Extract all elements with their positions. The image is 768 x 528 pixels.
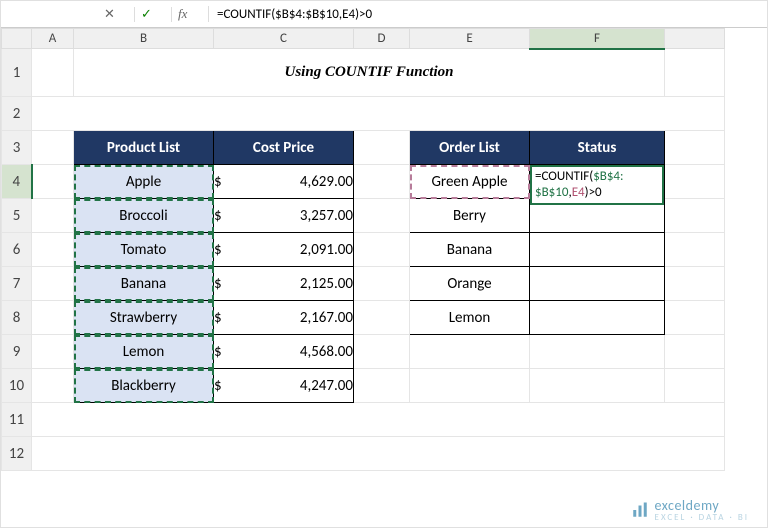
product-cell[interactable]: Strawberry (74, 301, 214, 335)
price-cell[interactable]: $2,091.00 (214, 233, 354, 267)
status-cell[interactable] (530, 233, 665, 267)
price-cell[interactable]: $4,629.00 (214, 165, 354, 199)
product-cell[interactable]: Tomato (74, 233, 214, 267)
hdr-price: Cost Price (214, 131, 354, 165)
product-cell[interactable]: Broccoli (74, 199, 214, 233)
hdr-order: Order List (410, 131, 530, 165)
confirm-icon[interactable]: ✓ (135, 7, 172, 22)
spreadsheet-grid[interactable]: A B C D E F 1 Using COUNTIF Function 2 3… (1, 28, 725, 471)
cancel-icon[interactable]: ✕ (98, 7, 135, 22)
price-value: 4,629.00 (300, 173, 353, 191)
watermark-sub: EXCEL · DATA · BI (655, 512, 749, 523)
row-hdr-12[interactable]: 12 (2, 437, 32, 471)
row-hdr-6[interactable]: 6 (2, 233, 32, 267)
row-hdr-7[interactable]: 7 (2, 267, 32, 301)
col-hdr-A[interactable]: A (32, 29, 74, 49)
order-cell[interactable]: Berry (410, 199, 530, 233)
row-hdr-1[interactable]: 1 (2, 49, 32, 97)
currency-symbol: $ (214, 173, 222, 191)
price-cell[interactable]: $2,167.00 (214, 301, 354, 335)
product-cell[interactable]: Blackberry (74, 369, 214, 403)
row-hdr-2[interactable]: 2 (2, 97, 32, 131)
formula-input[interactable]: =COUNTIF($B$4:$B$10,E4)>0 (209, 7, 767, 22)
row-hdr-10[interactable]: 10 (2, 369, 32, 403)
col-hdr-B[interactable]: B (74, 29, 214, 49)
row-hdr-3[interactable]: 3 (2, 131, 32, 165)
row-hdr-9[interactable]: 9 (2, 335, 32, 369)
price-cell[interactable]: $4,568.00 (214, 335, 354, 369)
corner-cell[interactable] (2, 29, 32, 49)
order-cell[interactable]: Orange (410, 267, 530, 301)
status-cell-editing[interactable]: =COUNTIF($B$4: $B$10,E4)>0 (530, 165, 665, 199)
order-cell[interactable]: Green Apple (410, 165, 530, 199)
page-title: Using COUNTIF Function (74, 49, 665, 97)
status-cell[interactable] (530, 301, 665, 335)
status-cell[interactable] (530, 267, 665, 301)
product-cell[interactable]: Lemon (74, 335, 214, 369)
col-hdr-E[interactable]: E (410, 29, 530, 49)
order-cell[interactable]: Banana (410, 233, 530, 267)
fx-icon[interactable]: fx (172, 6, 209, 22)
bar-chart-icon (631, 501, 649, 519)
product-cell[interactable]: Apple (74, 165, 214, 199)
formula-bar: ✕ ✓ fx =COUNTIF($B$4:$B$10,E4)>0 (1, 1, 767, 28)
row-hdr-11[interactable]: 11 (2, 403, 32, 437)
row-hdr-8[interactable]: 8 (2, 301, 32, 335)
price-cell[interactable]: $2,125.00 (214, 267, 354, 301)
row-hdr-4[interactable]: 4 (2, 165, 32, 199)
hdr-product: Product List (74, 131, 214, 165)
price-cell[interactable]: $4,247.00 (214, 369, 354, 403)
cell-editor[interactable]: =COUNTIF($B$4: $B$10,E4)>0 (530, 165, 664, 205)
watermark: exceldemy EXCEL · DATA · BI (631, 497, 749, 523)
col-hdr-D[interactable]: D (354, 29, 410, 49)
order-cell[interactable]: Lemon (410, 301, 530, 335)
col-hdr-C[interactable]: C (214, 29, 354, 49)
col-hdr-F[interactable]: F (530, 29, 665, 49)
hdr-status: Status (530, 131, 665, 165)
col-hdr-extra[interactable] (665, 29, 725, 49)
row-hdr-5[interactable]: 5 (2, 199, 32, 233)
price-cell[interactable]: $3,257.00 (214, 199, 354, 233)
product-cell[interactable]: Banana (74, 267, 214, 301)
